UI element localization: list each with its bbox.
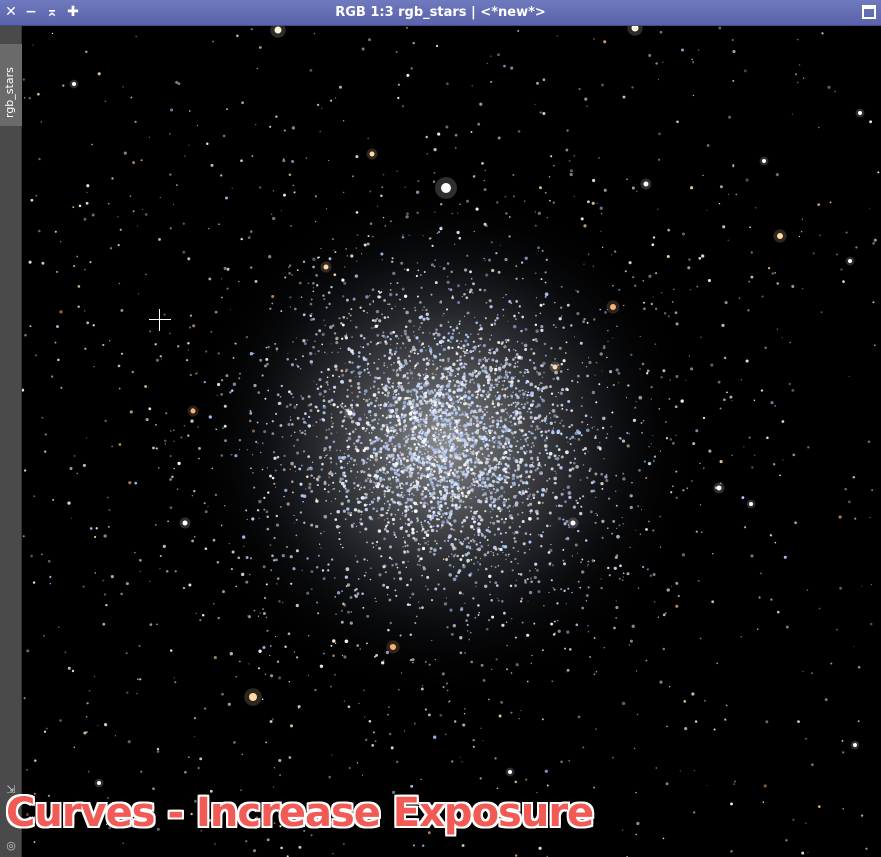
crosshair-cursor [149,309,171,331]
star-cluster-image [22,26,881,857]
view-sidebar: rgb_stars ⇲ ◎ [0,26,22,857]
view-id-tab[interactable]: rgb_stars [0,44,22,126]
maximize-icon[interactable] [862,5,876,19]
image-window: ✕ − ⌅ ✚ RGB 1:3 rgb_stars | <*new*> rgb_… [0,0,881,857]
view-id-label: rgb_stars [3,67,16,118]
caption-overlay: Curves - Increase Exposure [6,790,594,836]
target-icon[interactable]: ◎ [4,839,18,853]
window-titlebar[interactable]: ✕ − ⌅ ✚ RGB 1:3 rgb_stars | <*new*> [0,0,881,26]
window-title: RGB 1:3 rgb_stars | <*new*> [335,5,546,20]
image-viewport[interactable] [22,26,881,857]
